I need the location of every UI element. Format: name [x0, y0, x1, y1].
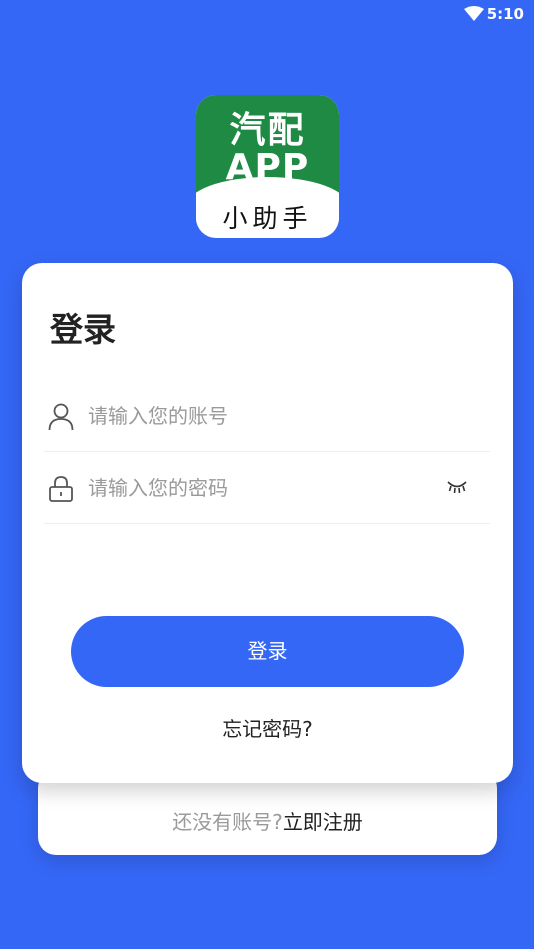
- register-row: 还没有账号?立即注册: [38, 806, 497, 835]
- eye-closed-icon[interactable]: [446, 479, 468, 495]
- lock-icon: [49, 476, 73, 502]
- app-logo: 汽配 APP 小助手: [196, 95, 339, 238]
- status-time: 5:10: [486, 5, 524, 23]
- logo-line2: APP: [225, 147, 310, 188]
- status-bar: 5:10: [0, 0, 534, 30]
- wifi-icon: [464, 6, 484, 21]
- register-question: 还没有账号?: [172, 810, 283, 834]
- logo-line3: 小助手: [222, 204, 313, 233]
- register-link[interactable]: 立即注册: [283, 810, 363, 834]
- password-field: [44, 451, 490, 524]
- forgot-password-link[interactable]: 忘记密码?: [22, 713, 513, 742]
- account-field: [44, 379, 490, 452]
- logo-line1: 汽配: [229, 110, 306, 151]
- page-title: 登录: [50, 310, 116, 349]
- account-input[interactable]: [86, 397, 430, 435]
- login-button[interactable]: 登录: [71, 616, 464, 687]
- user-icon: [48, 403, 74, 431]
- login-card: 登录 登录 忘记密码?: [22, 263, 513, 783]
- password-input[interactable]: [86, 469, 430, 507]
